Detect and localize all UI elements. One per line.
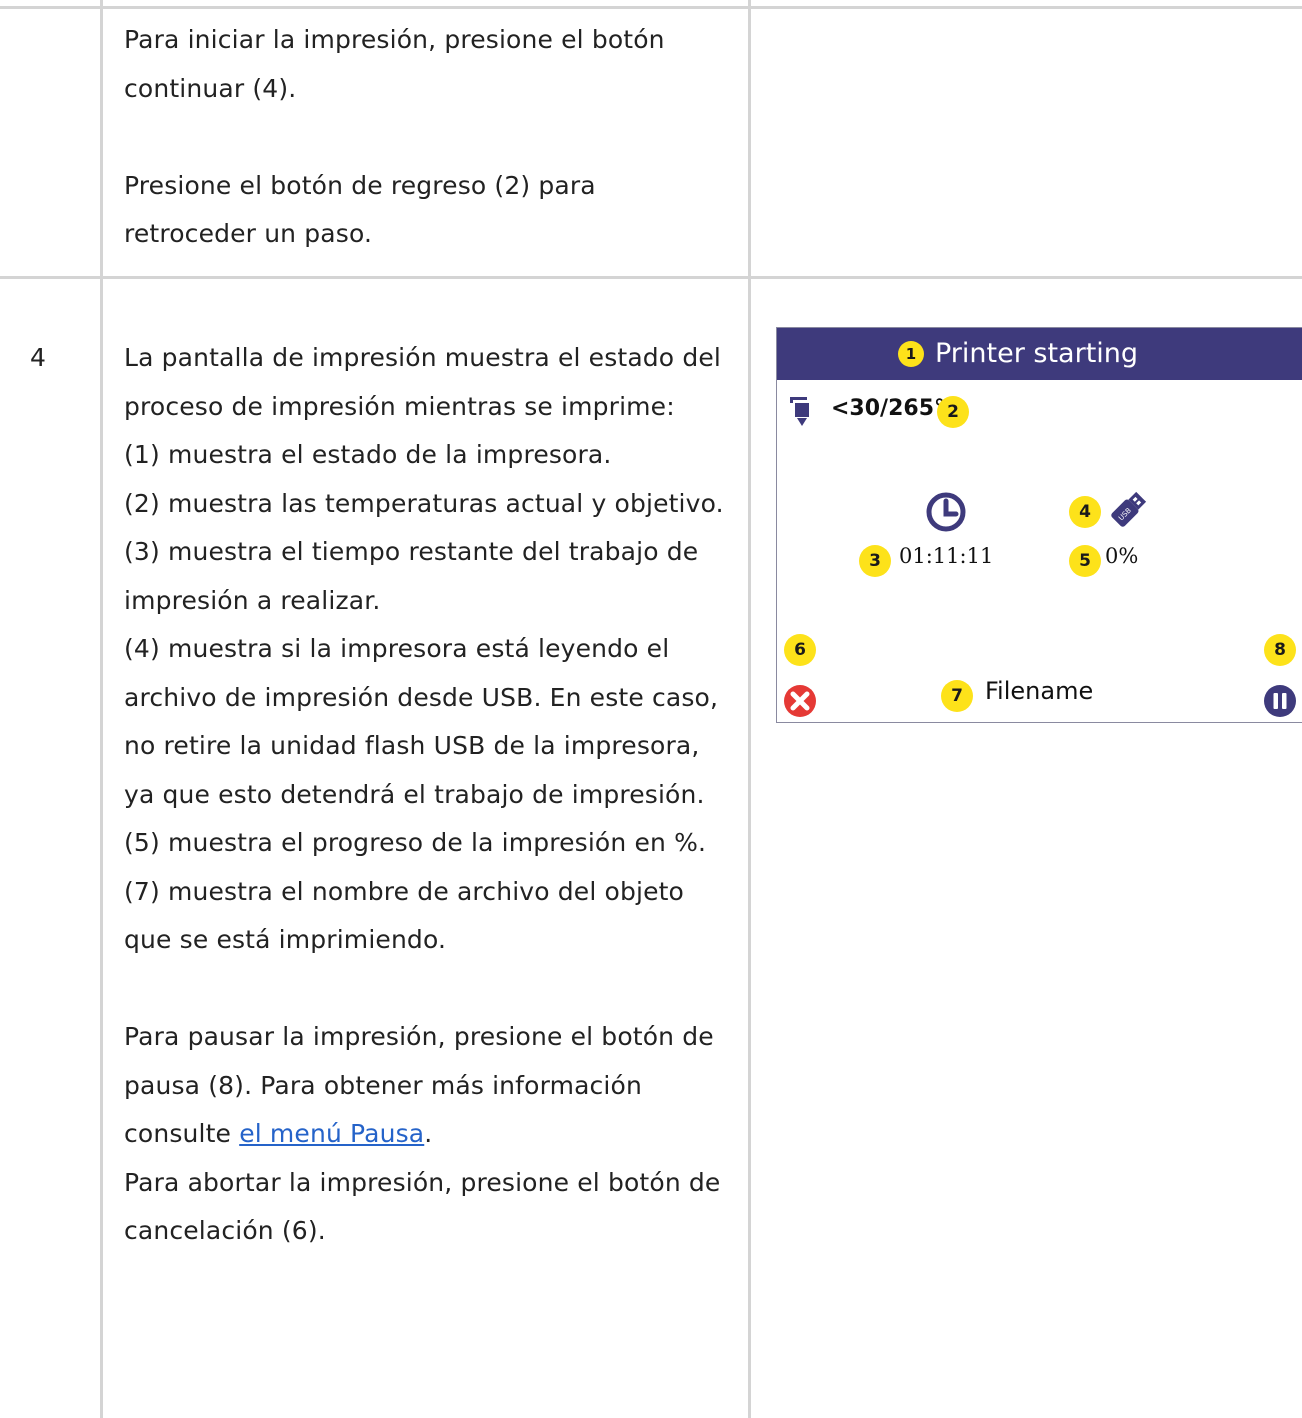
extruder-icon — [790, 397, 809, 426]
print-progress: 0% — [1105, 544, 1139, 568]
badge-1: 1 — [898, 341, 924, 367]
badge-5: 5 — [1069, 545, 1101, 577]
badge-4: 4 — [1069, 496, 1101, 528]
item-3: (3) muestra el tiempo restante del traba… — [124, 537, 699, 615]
badge-2: 2 — [937, 396, 969, 428]
pause-instruction-end: . — [424, 1119, 433, 1148]
table-column-divider-left — [100, 0, 103, 1418]
step-number: 4 — [30, 343, 46, 372]
usb-icon: USB — [1111, 491, 1147, 527]
badge-7: 7 — [941, 680, 973, 712]
cancel-icon[interactable] — [783, 684, 817, 718]
item-2: (2) muestra las temperaturas actual y ob… — [124, 488, 724, 518]
badge-8: 8 — [1264, 634, 1296, 666]
temperature-readout: <30/265° — [831, 396, 946, 421]
table-column-divider-right — [748, 0, 751, 1418]
previous-step-description: Para iniciar la impresión, presione el b… — [124, 16, 734, 259]
badge-6: 6 — [784, 634, 816, 666]
print-screen-intro: La pantalla de impresión muestra el esta… — [124, 343, 721, 421]
printer-screen: 1 Printer starting <30/265° 2 3 01:11:11… — [776, 327, 1302, 723]
item-4: (4) muestra si la impresora está leyendo… — [124, 634, 719, 809]
item-7: (7) muestra el nombre de archivo del obj… — [124, 876, 685, 955]
continue-instruction: Para iniciar la impresión, presione el b… — [124, 25, 665, 103]
print-filename: Filename — [985, 677, 1094, 705]
clock-icon — [926, 492, 966, 532]
table-row-divider-top — [0, 6, 1302, 9]
back-instruction: Presione el botón de regreso (2) para re… — [124, 170, 596, 249]
step-4-description: La pantalla de impresión muestra el esta… — [124, 334, 734, 1256]
printer-status-title: Printer starting — [935, 338, 1139, 369]
pause-instruction: Para pausar la impresión, presione el bo… — [124, 1013, 734, 1159]
abort-instruction: Para abortar la impresión, presione el b… — [124, 1167, 721, 1246]
badge-3: 3 — [859, 545, 891, 577]
pause-menu-link[interactable]: el menú Pausa — [239, 1119, 424, 1148]
item-5: (5) muestra el progreso de la impresión … — [124, 828, 707, 857]
table-row-divider — [0, 276, 1302, 279]
pause-icon[interactable] — [1263, 684, 1297, 718]
screen-header: 1 Printer starting — [777, 328, 1302, 380]
item-1: (1) muestra el estado de la impresora. — [124, 440, 612, 469]
time-remaining: 01:11:11 — [899, 544, 994, 568]
